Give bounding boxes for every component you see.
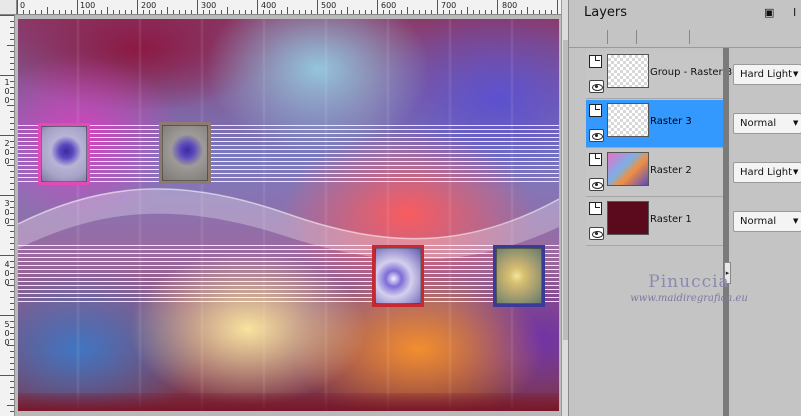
chevron-down-icon: ▼ [793,168,799,176]
author-watermark: Pinuccia www.maidiregrafica.eu [599,272,779,304]
layer-thumbnail [607,54,649,88]
pin-icon[interactable]: I [793,6,801,20]
ruler-label: 200 [141,1,157,10]
layers-palette: Layers ▣ I Group - Raster 3 Raster 3 Ras… [568,0,801,416]
layer-lock-icon[interactable] [589,202,602,215]
visibility-eye-icon[interactable] [589,227,604,240]
layer-name: Raster 3 [650,116,692,127]
restore-window-icon[interactable]: ▣ [764,7,776,19]
ruler-label: 600 [381,1,397,10]
ruler-label: 400 [261,1,277,10]
layer-lock-icon[interactable] [589,153,602,166]
layer-name: Raster 1 [650,214,692,225]
canvas-bottom-border [18,393,559,411]
blend-mode-column: Hard Light ▼ Normal ▼ Hard Light ▼ Norma… [729,51,801,246]
blend-mode-select[interactable]: Normal ▼ [733,113,801,134]
blend-mode-value: Hard Light [740,69,793,80]
ruler-label: 1 [4,78,10,87]
blend-mode-select[interactable]: Normal ▼ [733,211,801,232]
layers-list: Group - Raster 3 Raster 3 Raster 2 Raste… [586,51,732,246]
ruler-left: 1 0 0 2 0 0 3 0 0 4 0 0 5 0 0 [0,15,15,416]
ruler-top: 0 100 200 300 400 500 600 700 800 [17,0,561,15]
layer-row-raster-3[interactable]: Raster 3 [586,100,723,148]
ruler-label: 100 [80,1,96,10]
layer-thumbnail [607,201,649,235]
ruler-label: 800 [502,1,518,10]
layer-name: Group - Raster 3 [650,67,733,78]
visibility-eye-icon[interactable] [589,80,604,93]
ruler-label: 0 [20,1,26,10]
chevron-down-icon: ▼ [793,70,799,78]
palette-title: Layers [584,5,628,20]
layer-row-group-raster-3[interactable]: Group - Raster 3 [586,51,732,99]
flower-thumbnail [159,122,211,184]
header-separator [689,30,690,44]
workspace: 0 100 200 300 400 500 600 700 800 1 0 0 … [0,0,568,416]
chevron-down-icon: ▼ [793,217,799,225]
ruler-label: 500 [321,1,337,10]
layer-row-raster-2[interactable]: Raster 2 [586,149,723,197]
blend-mode-value: Normal [740,118,777,129]
stripe-band-top [18,125,559,183]
flower-thumbnail [493,245,545,307]
chevron-down-icon: ▼ [793,119,799,127]
ruler-label: 0 [4,87,10,96]
vertical-scrollbar[interactable] [561,0,568,416]
layer-lock-icon[interactable] [589,104,602,117]
stripe-band-bottom [18,245,559,303]
header-separator [607,30,608,44]
blend-mode-select[interactable]: Hard Light ▼ [733,162,801,183]
layer-lock-icon[interactable] [589,55,602,68]
layer-row-raster-1[interactable]: Raster 1 [586,198,723,246]
ruler-label: 700 [441,1,457,10]
ruler-corner [0,0,17,15]
blend-mode-value: Hard Light [740,167,793,178]
header-separator [636,30,637,44]
watermark-site: www.maidiregrafica.eu [630,293,748,304]
watermark-name: Pinuccia [648,272,730,292]
blend-mode-select[interactable]: Hard Light ▼ [733,64,801,85]
visibility-eye-icon[interactable] [589,178,604,191]
visibility-eye-icon[interactable] [589,129,604,142]
ruler-label: 0 [4,96,10,105]
palette-header: Layers ▣ I [569,0,801,48]
layer-name: Raster 2 [650,165,692,176]
layer-thumbnail [607,103,649,137]
flower-thumbnail [372,245,424,307]
blend-mode-value: Normal [740,216,777,227]
ruler-label: 300 [201,1,217,10]
app-window: 0 100 200 300 400 500 600 700 800 1 0 0 … [0,0,801,416]
image-canvas[interactable] [18,19,559,411]
flower-thumbnail [38,123,90,185]
layer-thumbnail [607,152,649,186]
